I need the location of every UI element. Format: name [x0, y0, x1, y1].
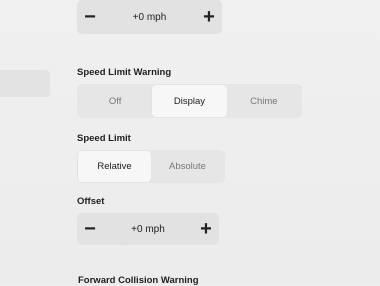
increase-button[interactable]: + [196, 0, 222, 34]
speed-limit-label: Speed Limit [77, 133, 131, 144]
decrease-button[interactable]: − [77, 0, 103, 34]
speed-limit-warning-display[interactable]: Display [152, 85, 227, 117]
speed-limit-relative[interactable]: Relative [78, 151, 151, 182]
top-speed-stepper: − +0 mph + [77, 0, 222, 34]
offset-decrease-button[interactable]: − [77, 213, 103, 245]
offset-increase-button[interactable]: + [193, 213, 219, 245]
speed-limit-selector: Relative Absolute [77, 150, 225, 183]
speed-limit-warning-selector: Off Display Chime [77, 84, 302, 118]
speed-limit-warning-label: Speed Limit Warning [77, 67, 172, 78]
left-panel-item[interactable] [0, 70, 50, 97]
offset-label: Offset [77, 196, 105, 207]
offset-stepper: − +0 mph + [77, 213, 219, 245]
speed-limit-warning-chime[interactable]: Chime [227, 85, 301, 117]
stepper-value: +0 mph [132, 11, 167, 23]
offset-value: +0 mph [131, 223, 165, 235]
speed-limit-warning-off[interactable]: Off [78, 85, 152, 117]
forward-collision-warning-label: Forward Collision Warning [78, 275, 199, 286]
settings-screen: − +0 mph + Speed Limit Warning Off Displ… [0, 0, 380, 286]
speed-limit-absolute[interactable]: Absolute [151, 151, 224, 182]
